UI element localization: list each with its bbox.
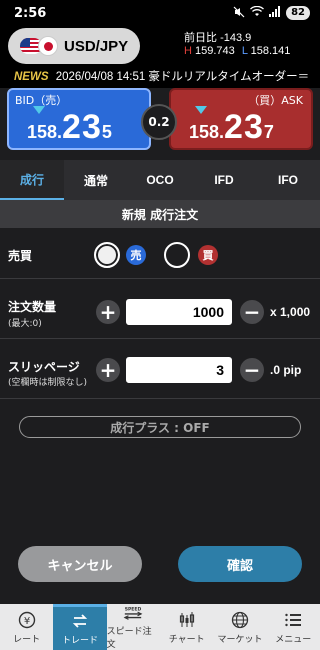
nav-market-label: マーケット [217, 634, 263, 645]
tab-oco[interactable]: OCO [128, 160, 192, 200]
globe-icon [230, 610, 250, 630]
quantity-minus-button[interactable]: − [240, 300, 264, 324]
ask-label: （買）ASK [248, 94, 303, 107]
chart-icon [177, 610, 197, 630]
nav-menu-label: メニュー [275, 634, 312, 645]
ask-price-base: 158. [189, 122, 225, 142]
tab-ifo[interactable]: IFO [256, 160, 320, 200]
quantity-input[interactable] [126, 299, 232, 325]
sell-chip[interactable]: 売 [126, 245, 146, 265]
sell-radio[interactable] [94, 242, 120, 268]
order-title: 新規 成行注文 [0, 200, 320, 228]
ask-price: 158.237 [189, 108, 274, 147]
high-label: H [184, 45, 192, 57]
rate-panel: BID（売） 158.235 0.2 （買）ASK 158.237 [0, 88, 320, 158]
jp-flag-icon [38, 36, 58, 56]
trade-icon [70, 611, 90, 631]
slippage-note: (空欄時は制限なし) [8, 378, 88, 388]
ask-rate-box[interactable]: （買）ASK 158.237 [169, 88, 313, 150]
ask-price-pip: 7 [263, 122, 274, 142]
slippage-plus-button[interactable]: + [96, 358, 120, 382]
bottom-navigation: ¥ レート トレード SPEED スピード注文 チャート マーケット メニュー [0, 604, 320, 650]
low-value: 158.141 [250, 45, 291, 57]
nav-market[interactable]: マーケット [213, 604, 266, 650]
slippage-unit: .0 pip [270, 363, 302, 377]
bid-price-base: 158. [27, 122, 63, 142]
buy-radio[interactable] [164, 242, 190, 268]
quantity-max-label: (最大:0) [8, 319, 42, 329]
prev-day-change: 前日比 -143.9 [184, 29, 251, 45]
menu-icon [283, 610, 303, 630]
currency-pair-selector[interactable]: USD/JPY [8, 28, 140, 64]
quantity-plus-button[interactable]: + [96, 300, 120, 324]
quantity-label: 注文数量 [8, 300, 57, 314]
tab-normal[interactable]: 通常 [64, 160, 128, 200]
bid-price-pip: 5 [101, 122, 112, 142]
bid-rate-box[interactable]: BID（売） 158.235 [7, 88, 151, 150]
mute-icon [233, 6, 245, 21]
svg-text:¥: ¥ [23, 616, 29, 627]
nav-menu[interactable]: メニュー [267, 604, 320, 650]
nav-speed-order-label: スピード注文 [106, 627, 152, 650]
svg-text:SPEED: SPEED [125, 606, 142, 612]
market-plus-toggle[interactable]: 成行プラス : OFF [19, 416, 301, 438]
tab-market[interactable]: 成行 [0, 160, 64, 200]
currency-pair-label: USD/JPY [64, 37, 129, 55]
nav-chart[interactable]: チャート [160, 604, 213, 650]
confirm-button[interactable]: 確認 [178, 546, 302, 582]
spread-badge: 0.2 [141, 104, 177, 140]
order-type-tabs: 成行 通常 OCO IFD IFO [0, 160, 320, 200]
nav-chart-label: チャート [168, 634, 205, 645]
ask-price-big: 23 [224, 108, 264, 146]
buy-chip[interactable]: 買 [198, 245, 218, 265]
news-text: 2026/04/08 14:51 豪ドルリアルタイムオーダー＝ [55, 71, 310, 83]
wifi-icon [250, 5, 265, 20]
battery-indicator: 82 [286, 6, 310, 20]
signal-icon [269, 6, 281, 20]
prev-day-label: 前日比 [184, 32, 217, 44]
nav-speed-order[interactable]: SPEED スピード注文 [107, 604, 160, 650]
divider [0, 278, 320, 279]
high-low: H 159.743 L 158.141 [184, 45, 290, 57]
status-icons: 82 [233, 5, 310, 21]
slippage-label: スリッページ [8, 360, 80, 374]
high-value: 159.743 [195, 45, 235, 57]
cancel-button[interactable]: キャンセル [18, 546, 142, 582]
tab-ifd[interactable]: IFD [192, 160, 256, 200]
side-label: 売買 [8, 249, 33, 263]
slippage-minus-button[interactable]: − [240, 358, 264, 382]
nav-trade[interactable]: トレード [53, 604, 107, 650]
pair-flags [20, 36, 58, 56]
nav-rate[interactable]: ¥ レート [0, 604, 53, 650]
bid-price: 158.235 [27, 108, 112, 147]
prev-day-value: -143.9 [220, 32, 252, 44]
speed-order-icon: SPEED [123, 604, 143, 622]
bid-price-big: 23 [62, 108, 102, 146]
status-time: 2:56 [14, 5, 47, 21]
nav-trade-label: トレード [61, 636, 98, 646]
news-tag: NEWS [14, 71, 49, 83]
low-label: L [241, 45, 248, 57]
divider [0, 398, 320, 399]
divider [0, 338, 320, 339]
news-ticker[interactable]: NEWS 2026/04/08 14:51 豪ドルリアルタイムオーダー＝ [14, 68, 314, 84]
quantity-unit: x 1,000 [270, 305, 311, 319]
slippage-input[interactable] [126, 357, 232, 383]
nav-rate-label: レート [13, 634, 41, 645]
rate-header: USD/JPY 前日比 -143.9 H 159.743 L 158.141 N… [0, 26, 320, 88]
status-bar: 2:56 82 [0, 0, 320, 26]
rate-icon: ¥ [17, 610, 37, 630]
